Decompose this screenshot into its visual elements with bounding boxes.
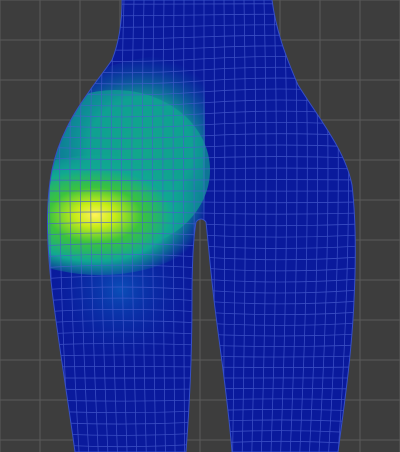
viewport-canvas[interactable] — [0, 0, 400, 452]
3d-viewport[interactable] — [0, 0, 400, 452]
